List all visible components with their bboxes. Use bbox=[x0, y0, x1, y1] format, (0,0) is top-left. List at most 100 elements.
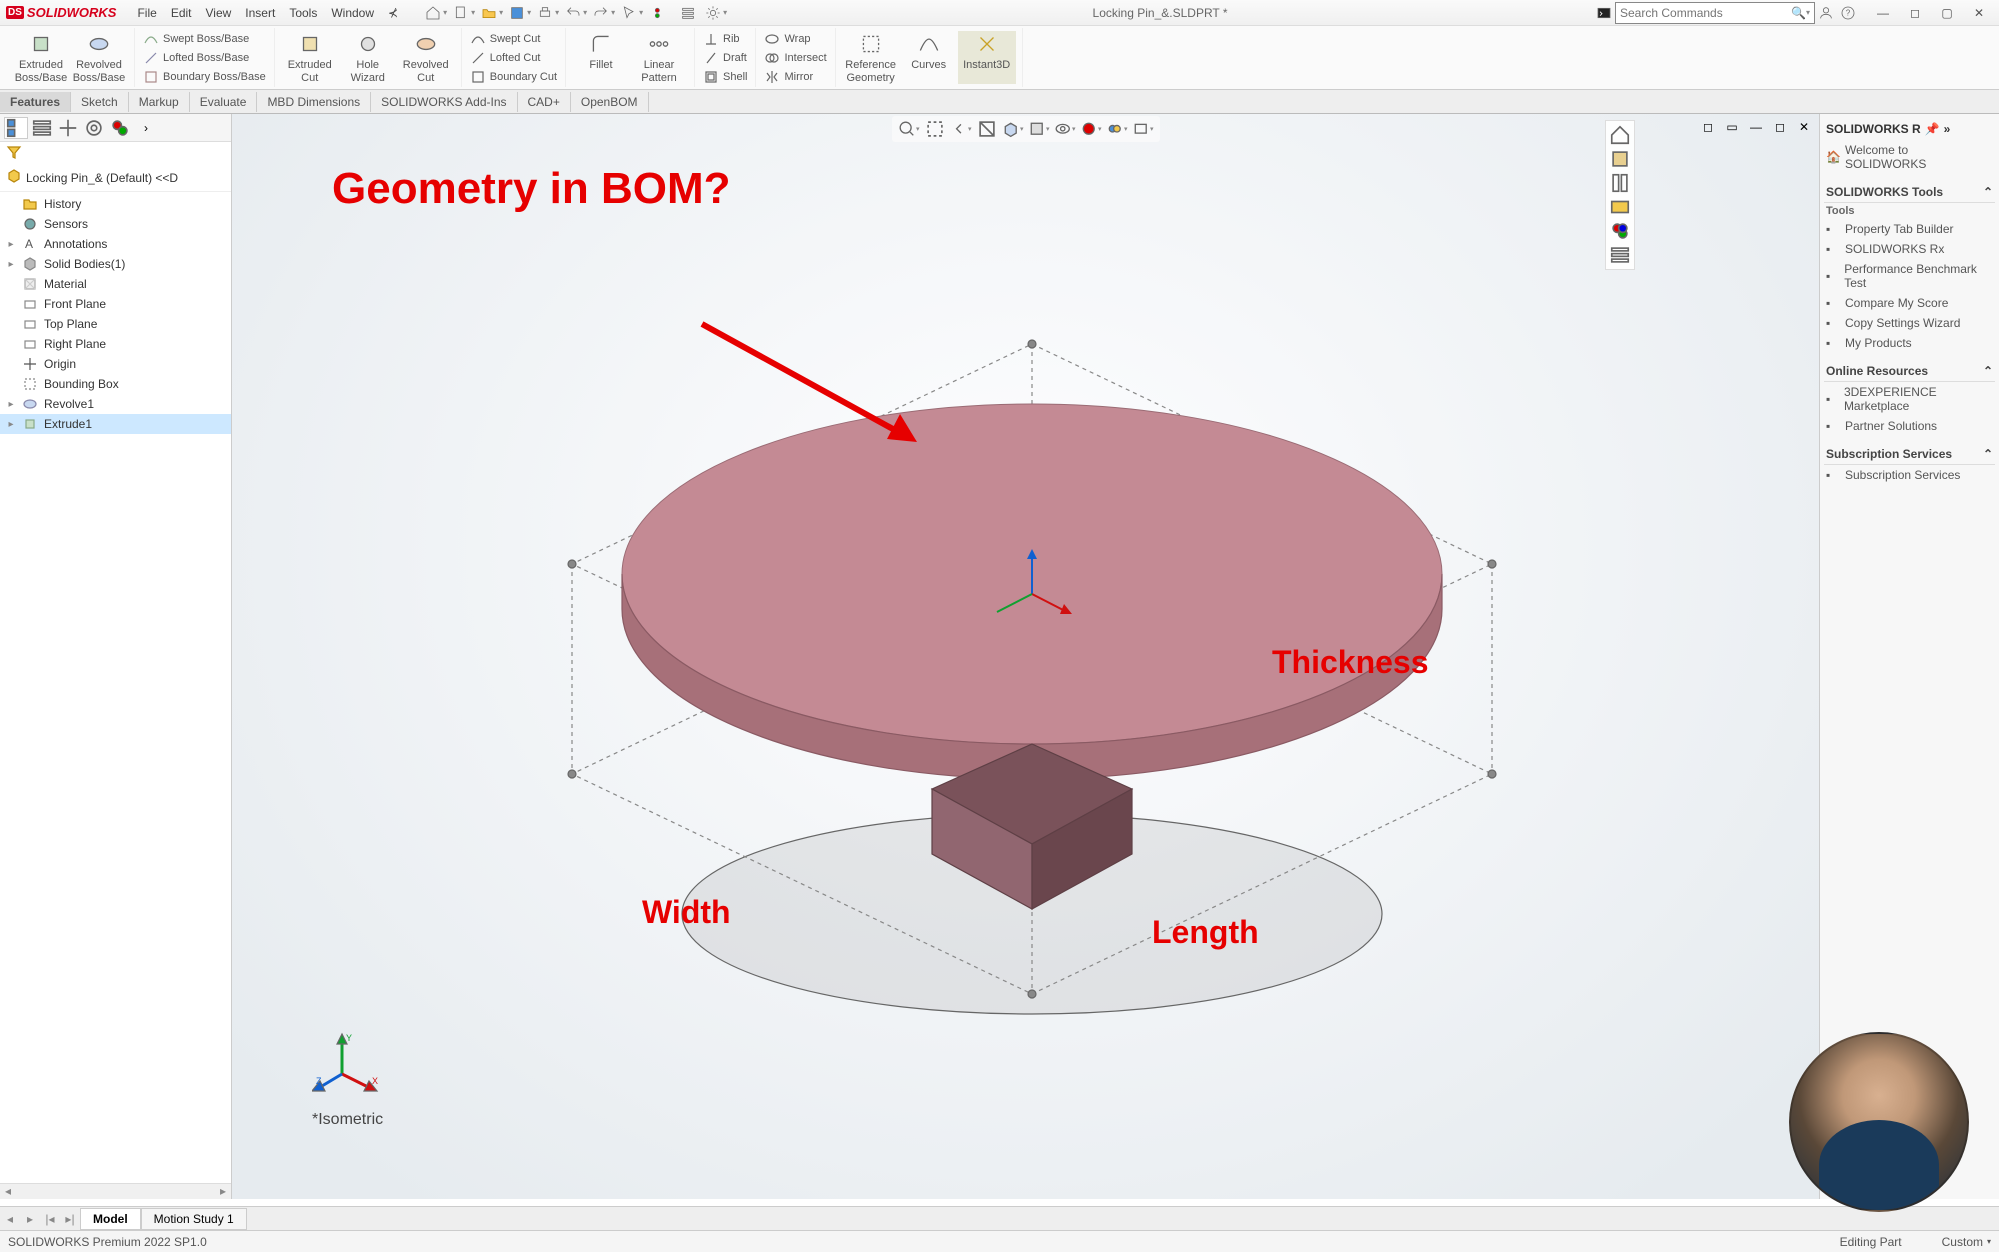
menu-edit[interactable]: Edit bbox=[164, 3, 199, 23]
tree-item-solid-bodies-1-[interactable]: ▸Solid Bodies(1) bbox=[0, 254, 231, 274]
sidetab-tree-icon[interactable] bbox=[4, 117, 28, 139]
status-units[interactable]: Custom bbox=[1942, 1235, 1983, 1249]
tree-hscroll[interactable]: ◂▸ bbox=[0, 1183, 231, 1199]
settings-icon[interactable] bbox=[705, 2, 727, 24]
tool-compare-my-score[interactable]: ▪Compare My Score bbox=[1824, 293, 1995, 313]
tree-item-bounding-box[interactable]: Bounding Box bbox=[0, 374, 231, 394]
panel-pushpin-icon[interactable]: 📌 bbox=[1925, 122, 1940, 136]
view-minimize-icon[interactable]: — bbox=[1745, 116, 1767, 138]
rebuild-icon[interactable] bbox=[649, 2, 671, 24]
tab-mbd[interactable]: MBD Dimensions bbox=[257, 92, 371, 112]
tree-item-revolve1[interactable]: ▸Revolve1 bbox=[0, 394, 231, 414]
view-window2-icon[interactable]: ▭ bbox=[1721, 116, 1743, 138]
maximize-button[interactable]: ▢ bbox=[1933, 2, 1961, 24]
bt-last-icon[interactable]: ▸| bbox=[60, 1212, 80, 1226]
tab-model[interactable]: Model bbox=[80, 1208, 141, 1230]
status-drop-icon[interactable]: ▾ bbox=[1987, 1237, 1991, 1246]
minimize-button[interactable]: — bbox=[1869, 2, 1897, 24]
select-icon[interactable] bbox=[621, 2, 643, 24]
section-view-icon[interactable] bbox=[976, 118, 998, 140]
sidetab-config-icon[interactable] bbox=[56, 117, 80, 139]
search-commands[interactable]: 🔍 ▾ bbox=[1615, 2, 1815, 24]
view-settings-icon[interactable] bbox=[1132, 118, 1154, 140]
redo-icon[interactable] bbox=[593, 2, 615, 24]
open-icon[interactable] bbox=[481, 2, 503, 24]
taskpane-custom-icon[interactable] bbox=[1609, 244, 1631, 266]
save-icon[interactable] bbox=[509, 2, 531, 24]
taskpane-appearance-icon[interactable] bbox=[1609, 220, 1631, 242]
view-window1-icon[interactable]: ◻ bbox=[1697, 116, 1719, 138]
undo-icon[interactable] bbox=[565, 2, 587, 24]
new-icon[interactable] bbox=[453, 2, 475, 24]
mirror-button[interactable]: Mirror bbox=[762, 68, 828, 86]
sidetab-more-icon[interactable]: › bbox=[134, 117, 158, 139]
tree-item-material-not-specified-[interactable]: Material bbox=[0, 274, 231, 294]
tree-item-top-plane[interactable]: Top Plane bbox=[0, 314, 231, 334]
lofted-cut-button[interactable]: Lofted Cut bbox=[468, 49, 559, 67]
help-icon[interactable]: ? bbox=[1837, 2, 1859, 24]
extruded-cut-button[interactable]: Extruded Cut bbox=[281, 31, 339, 83]
sidetab-appearance-icon[interactable] bbox=[108, 117, 132, 139]
edit-appearance-icon[interactable] bbox=[1080, 118, 1102, 140]
draft-button[interactable]: Draft bbox=[701, 49, 749, 67]
hide-show-icon[interactable] bbox=[1054, 118, 1076, 140]
taskpane-design-icon[interactable] bbox=[1609, 148, 1631, 170]
view-orientation-icon[interactable] bbox=[1002, 118, 1024, 140]
instant3d-button[interactable]: Instant3D bbox=[958, 31, 1016, 83]
home-icon[interactable] bbox=[425, 2, 447, 24]
tree-root[interactable]: Locking Pin_& (Default) <<D bbox=[0, 164, 231, 192]
revolved-boss-button[interactable]: Revolved Boss/Base bbox=[70, 31, 128, 83]
menu-file[interactable]: File bbox=[130, 3, 163, 23]
view-close-icon[interactable]: ✕ bbox=[1793, 116, 1815, 138]
tree-item-sensors[interactable]: Sensors bbox=[0, 214, 231, 234]
tab-cadplus[interactable]: CAD+ bbox=[518, 92, 571, 112]
search-input[interactable] bbox=[1620, 6, 1791, 20]
boundary-cut-button[interactable]: Boundary Cut bbox=[468, 68, 559, 86]
tree-item-extrude1[interactable]: ▸Extrude1 bbox=[0, 414, 231, 434]
menu-pin[interactable]: ⊀ bbox=[381, 3, 405, 23]
apply-scene-icon[interactable] bbox=[1106, 118, 1128, 140]
tree-item-annotations[interactable]: ▸AAnnotations bbox=[0, 234, 231, 254]
taskpane-view-icon[interactable] bbox=[1609, 196, 1631, 218]
display-style-icon[interactable] bbox=[1028, 118, 1050, 140]
wrap-button[interactable]: Wrap bbox=[762, 30, 828, 48]
tab-openbom[interactable]: OpenBOM bbox=[571, 92, 649, 112]
tab-markup[interactable]: Markup bbox=[129, 92, 190, 112]
bt-next-icon[interactable]: ▸ bbox=[20, 1212, 40, 1226]
sidetab-property-icon[interactable] bbox=[30, 117, 54, 139]
tool-copy-settings-wizard[interactable]: ▪Copy Settings Wizard bbox=[1824, 313, 1995, 333]
online-3dexperience-marketplace[interactable]: ▪3DEXPERIENCE Marketplace bbox=[1824, 382, 1995, 416]
reference-geometry-button[interactable]: Reference Geometry bbox=[842, 31, 900, 83]
panel-close-icon[interactable]: » bbox=[1944, 122, 1951, 136]
welcome-link[interactable]: 🏠 Welcome toSOLIDWORKS bbox=[1824, 140, 1995, 174]
menu-insert[interactable]: Insert bbox=[238, 3, 282, 23]
user-icon[interactable] bbox=[1815, 2, 1837, 24]
sidetab-dimexp-icon[interactable] bbox=[82, 117, 106, 139]
taskpane-library-icon[interactable] bbox=[1609, 172, 1631, 194]
bt-prev-icon[interactable]: ◂ bbox=[0, 1212, 20, 1226]
graphics-viewport[interactable]: ◻ ▭ — ◻ ✕ bbox=[232, 114, 1819, 1199]
tree-item-history[interactable]: History bbox=[0, 194, 231, 214]
swept-boss-button[interactable]: Swept Boss/Base bbox=[141, 30, 268, 48]
tab-sketch[interactable]: Sketch bbox=[71, 92, 129, 112]
filter-icon[interactable] bbox=[6, 149, 22, 163]
tool-performance-benchmark-test[interactable]: ▪Performance Benchmark Test bbox=[1824, 259, 1995, 293]
sub-subscription-services[interactable]: ▪Subscription Services bbox=[1824, 465, 1995, 485]
menu-view[interactable]: View bbox=[199, 3, 239, 23]
search-drop-icon[interactable]: ▾ bbox=[1806, 8, 1810, 17]
fillet-button[interactable]: Fillet bbox=[572, 31, 630, 83]
menu-window[interactable]: Window bbox=[324, 3, 381, 23]
zoom-area-icon[interactable] bbox=[924, 118, 946, 140]
cmd-icon[interactable] bbox=[1593, 2, 1615, 24]
tool-solidworks-rx[interactable]: ▪SOLIDWORKS Rx bbox=[1824, 239, 1995, 259]
tab-motion-study[interactable]: Motion Study 1 bbox=[141, 1208, 247, 1230]
menu-tools[interactable]: Tools bbox=[282, 3, 324, 23]
tree-item-origin[interactable]: Origin bbox=[0, 354, 231, 374]
bt-first-icon[interactable]: |◂ bbox=[40, 1212, 60, 1226]
hole-wizard-button[interactable]: Hole Wizard bbox=[339, 31, 397, 83]
lofted-boss-button[interactable]: Lofted Boss/Base bbox=[141, 49, 268, 67]
tab-evaluate[interactable]: Evaluate bbox=[190, 92, 258, 112]
curves-button[interactable]: Curves bbox=[900, 31, 958, 83]
linear-pattern-button[interactable]: Linear Pattern bbox=[630, 31, 688, 83]
zoom-fit-icon[interactable] bbox=[898, 118, 920, 140]
